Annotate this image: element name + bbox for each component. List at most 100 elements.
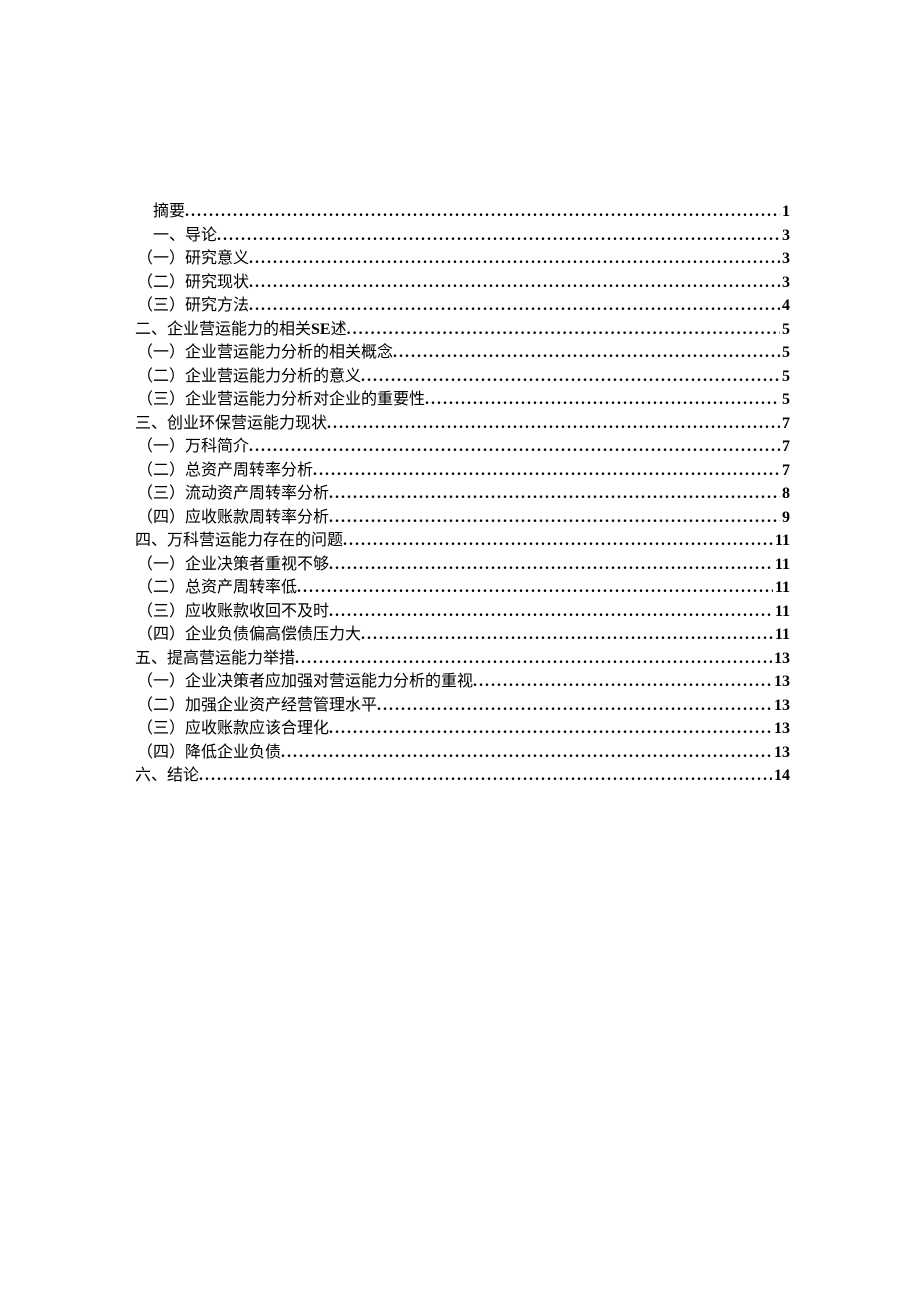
toc-entry-page: 13 [772, 647, 790, 671]
toc-entry-title: （一）研究意义 [135, 247, 249, 271]
toc-leader-dots [249, 294, 780, 318]
toc-leader-dots [425, 388, 780, 412]
toc-entry-title-suffix: 述 [331, 318, 347, 342]
toc-leader-dots [329, 553, 773, 577]
toc-entry-page: 3 [780, 224, 790, 248]
toc-entry-title: 五、提高营运能力举措 [135, 647, 295, 671]
toc-entry: （二）企业营运能力分析的意义 5 [135, 365, 790, 389]
toc-leader-dots [329, 482, 780, 506]
toc-entry: （三）研究方法 4 [135, 294, 790, 318]
toc-entry: （一）万科简介 7 [135, 435, 790, 459]
toc-entry-page: 5 [780, 365, 790, 389]
toc-leader-dots [329, 600, 773, 624]
toc-entry: 一、导论 3 [135, 224, 790, 248]
toc-entry-page: 11 [773, 553, 790, 577]
toc-entry-title: （四）降低企业负债 [135, 741, 281, 765]
toc-entry-title: （二）企业营运能力分析的意义 [135, 365, 361, 389]
toc-entry: （四）降低企业负债 13 [135, 741, 790, 765]
toc-entry-title: （四）企业负债偏高偿债压力大 [135, 623, 361, 647]
toc-entry-page: 13 [772, 717, 790, 741]
toc-leader-dots [185, 200, 780, 224]
toc-entry-page: 13 [772, 670, 790, 694]
toc-entry-title: （三）应收账款应该合理化 [135, 717, 329, 741]
toc-leader-dots [295, 647, 772, 671]
toc-leader-dots [473, 670, 772, 694]
toc-entry: （一）企业营运能力分析的相关概念 5 [135, 341, 790, 365]
toc-entry: 三、创业环保营运能力现状 7 [135, 412, 790, 436]
toc-entry-page: 3 [780, 271, 790, 295]
toc-leader-dots [249, 271, 780, 295]
toc-leader-dots [327, 412, 780, 436]
toc-leader-dots [343, 529, 773, 553]
toc-se-label: SE [311, 318, 331, 342]
toc-entry: （一）企业决策者重视不够 11 [135, 553, 790, 577]
toc-list: 摘要1一、导论3（一）研究意义3（二）研究现状3（三）研究方法4二、企业营运能力… [135, 200, 790, 788]
toc-entry-title: （二）研究现状 [135, 271, 249, 295]
toc-leader-dots [297, 576, 773, 600]
toc-entry-title: （三）应收账款收回不及时 [135, 600, 329, 624]
toc-leader-dots [199, 764, 772, 788]
toc-entry-page: 7 [780, 459, 790, 483]
toc-entry: 二、企业营运能力的相关 SE 述 5 [135, 318, 790, 342]
toc-entry-title: （一）万科简介 [135, 435, 249, 459]
toc-leader-dots [249, 247, 780, 271]
toc-entry: 六、结论 14 [135, 764, 790, 788]
toc-entry-title: 六、结论 [135, 764, 199, 788]
toc-leader-dots [347, 318, 780, 342]
toc-leader-dots [361, 365, 780, 389]
toc-leader-dots [361, 623, 773, 647]
toc-entry: 五、提高营运能力举措 13 [135, 647, 790, 671]
toc-leader-dots [393, 341, 780, 365]
toc-entry-page: 5 [780, 318, 790, 342]
toc-entry-title: （三）企业营运能力分析对企业的重要性 [135, 388, 425, 412]
toc-leader-dots [281, 741, 772, 765]
toc-entry: 摘要 1 [135, 200, 790, 224]
toc-entry-page: 13 [772, 694, 790, 718]
toc-entry-page: 11 [773, 600, 790, 624]
toc-entry: （四）企业负债偏高偿债压力大 11 [135, 623, 790, 647]
toc-entry-title: （四）应收账款周转率分析 [135, 506, 329, 530]
toc-entry-page: 13 [772, 741, 790, 765]
toc-leader-dots [377, 694, 772, 718]
toc-entry-page: 7 [780, 435, 790, 459]
toc-entry-title: 二、企业营运能力的相关 [135, 318, 311, 342]
toc-entry-title: （二）总资产周转率分析 [135, 459, 313, 483]
toc-entry-page: 7 [780, 412, 790, 436]
toc-entry-page: 11 [773, 529, 790, 553]
toc-entry-page: 14 [772, 764, 790, 788]
toc-entry-title: （三）流动资产周转率分析 [135, 482, 329, 506]
toc-entry: （二）总资产周转率低 11 [135, 576, 790, 600]
toc-entry: （二）研究现状 3 [135, 271, 790, 295]
toc-entry-title: 四、万科营运能力存在的问题 [135, 529, 343, 553]
toc-entry-title: （二）加强企业资产经营管理水平 [135, 694, 377, 718]
toc-entry-page: 4 [780, 294, 790, 318]
toc-entry: （一）研究意义 3 [135, 247, 790, 271]
toc-entry-page: 5 [780, 341, 790, 365]
toc-entry-title: 一、导论 [135, 224, 217, 248]
toc-entry: （三）应收账款收回不及时 11 [135, 600, 790, 624]
toc-leader-dots [217, 224, 780, 248]
toc-entry: 四、万科营运能力存在的问题 11 [135, 529, 790, 553]
toc-leader-dots [249, 435, 780, 459]
toc-entry: （三）企业营运能力分析对企业的重要性 5 [135, 388, 790, 412]
toc-entry-page: 5 [780, 388, 790, 412]
toc-entry: （四）应收账款周转率分析 9 [135, 506, 790, 530]
toc-entry-title: （二）总资产周转率低 [135, 576, 297, 600]
toc-entry-title: （一）企业营运能力分析的相关概念 [135, 341, 393, 365]
toc-entry: （二）总资产周转率分析 7 [135, 459, 790, 483]
toc-leader-dots [329, 717, 772, 741]
toc-entry-page: 3 [780, 247, 790, 271]
toc-entry-page: 1 [780, 200, 790, 224]
toc-page: 摘要1一、导论3（一）研究意义3（二）研究现状3（三）研究方法4二、企业营运能力… [0, 0, 920, 788]
toc-entry-page: 9 [780, 506, 790, 530]
toc-leader-dots [313, 459, 780, 483]
toc-entry-title: （三）研究方法 [135, 294, 249, 318]
toc-entry-title: 摘要 [135, 200, 185, 224]
toc-entry-page: 8 [780, 482, 790, 506]
toc-leader-dots [329, 506, 780, 530]
toc-entry-title: 三、创业环保营运能力现状 [135, 412, 327, 436]
toc-entry-page: 11 [773, 576, 790, 600]
toc-entry-page: 11 [773, 623, 790, 647]
toc-entry: （三）流动资产周转率分析 8 [135, 482, 790, 506]
toc-entry-title: （一）企业决策者重视不够 [135, 553, 329, 577]
